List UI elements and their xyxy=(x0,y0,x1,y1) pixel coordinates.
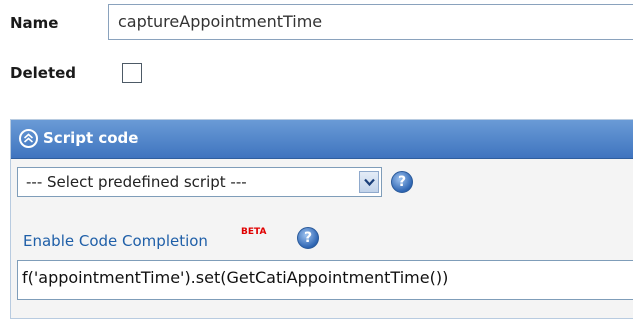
question-mark-icon[interactable]: ? xyxy=(297,227,319,249)
select-value: --- Select predefined script --- xyxy=(26,173,247,191)
double-chevron-up-icon[interactable] xyxy=(19,129,38,148)
deleted-checkbox[interactable] xyxy=(122,63,142,83)
question-mark-icon[interactable]: ? xyxy=(391,171,413,193)
name-label: Name xyxy=(10,14,59,32)
code-line: f('appointmentTime').set(GetCatiAppointm… xyxy=(22,268,449,287)
script-code-panel: Script code --- Select predefined script… xyxy=(10,119,633,319)
deleted-label: Deleted xyxy=(10,64,77,82)
script-code-editor[interactable]: f('appointmentTime').set(GetCatiAppointm… xyxy=(17,260,633,300)
beta-badge: BETA xyxy=(241,227,267,237)
panel-title: Script code xyxy=(43,129,139,147)
predefined-script-select[interactable]: --- Select predefined script --- xyxy=(17,167,382,197)
name-input[interactable]: captureAppointmentTime xyxy=(108,4,633,40)
panel-header[interactable]: Script code xyxy=(11,120,633,159)
enable-code-completion-link[interactable]: Enable Code Completion xyxy=(23,232,208,250)
chevron-down-icon[interactable] xyxy=(359,171,379,193)
